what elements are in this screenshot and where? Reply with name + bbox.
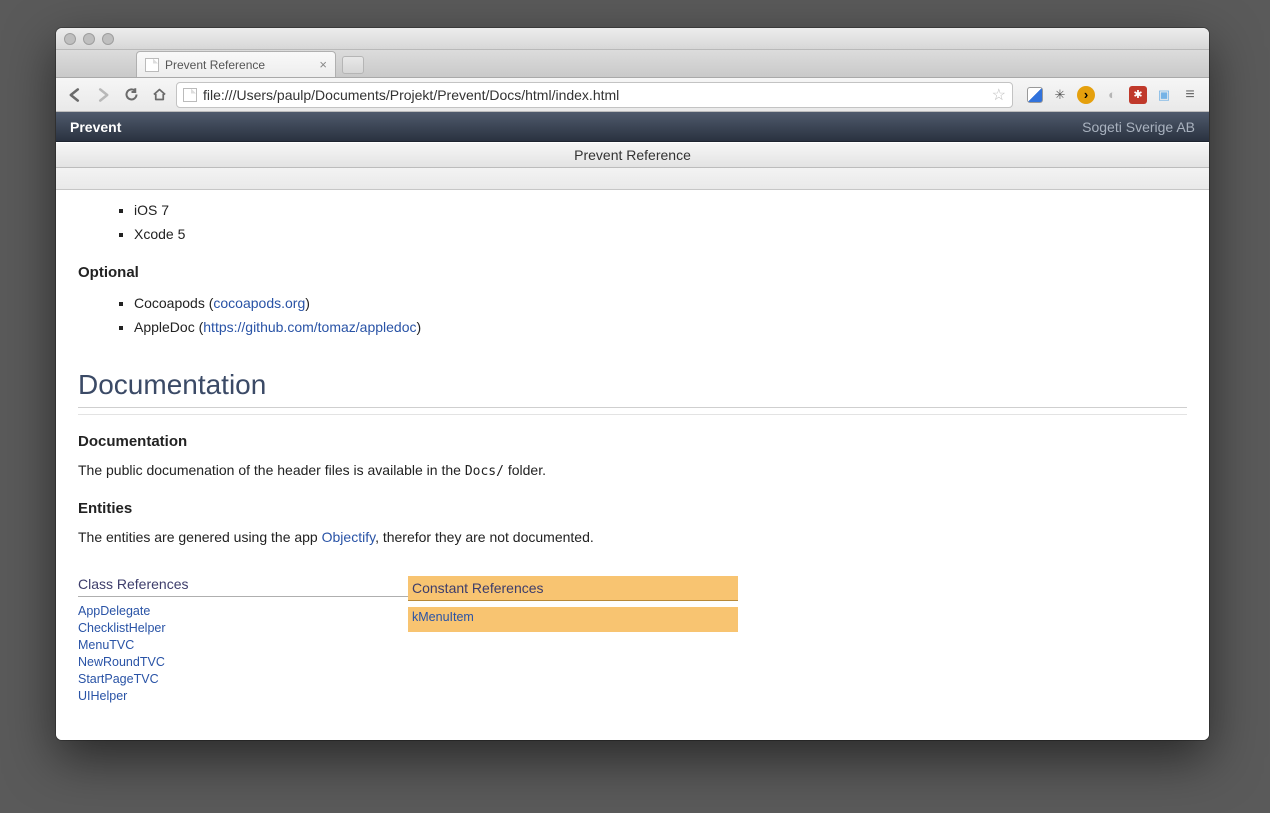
- doc-toolbar-spacer: [56, 168, 1209, 190]
- close-window-icon[interactable]: [64, 33, 76, 45]
- documentation-paragraph: The public documenation of the header fi…: [78, 460, 1187, 482]
- zoom-window-icon[interactable]: [102, 33, 114, 45]
- bookmark-star-icon[interactable]: ☆: [992, 85, 1006, 105]
- requirements-list: iOS 7 Xcode 5: [78, 198, 1187, 246]
- traffic-lights: [56, 33, 114, 45]
- content: iOS 7 Xcode 5 Optional Cocoapods (cocoap…: [56, 190, 1209, 740]
- new-tab-button[interactable]: [342, 56, 364, 74]
- company-name: Sogeti Sverige AB: [1082, 119, 1195, 135]
- text: AppleDoc (: [134, 319, 203, 335]
- list-item: Cocoapods (cocoapods.org): [134, 291, 1187, 315]
- window-titlebar: [56, 28, 1209, 50]
- extensions: ✳ › ◐ ✱ ▣: [1019, 86, 1173, 104]
- class-references-column: Class References AppDelegate ChecklistHe…: [78, 576, 408, 705]
- class-references-list: AppDelegate ChecklistHelper MenuTVC NewR…: [78, 603, 408, 705]
- documentation-subheading: Documentation: [78, 433, 1187, 450]
- bug-extension-icon[interactable]: ✳: [1051, 86, 1069, 104]
- text: folder.: [504, 462, 546, 478]
- app-name: Prevent: [70, 119, 121, 135]
- list-item: iOS 7: [134, 198, 1187, 222]
- class-ref-link[interactable]: StartPageTVC: [78, 671, 408, 688]
- home-button[interactable]: [148, 84, 170, 106]
- file-icon: [183, 88, 197, 102]
- entities-subheading: Entities: [78, 500, 1187, 517]
- reload-button[interactable]: [120, 84, 142, 106]
- appledoc-link[interactable]: https://github.com/tomaz/appledoc: [203, 319, 416, 335]
- globe-extension-icon[interactable]: ◐: [1103, 86, 1121, 104]
- class-ref-link[interactable]: AppDelegate: [78, 603, 408, 620]
- tab-title: Prevent Reference: [165, 58, 265, 72]
- chrome-menu-button[interactable]: ≡: [1179, 86, 1201, 104]
- text: , therefor they are not documented.: [375, 529, 594, 545]
- browser-tab[interactable]: Prevent Reference ×: [136, 51, 336, 77]
- doc-subtitle: Prevent Reference: [574, 147, 691, 163]
- doc-header: Prevent Sogeti Sverige AB: [56, 112, 1209, 142]
- class-ref-link[interactable]: ChecklistHelper: [78, 620, 408, 637]
- delicious-extension-icon[interactable]: [1027, 87, 1043, 103]
- browser-toolbar: file:///Users/paulp/Documents/Projekt/Pr…: [56, 78, 1209, 112]
- optional-list: Cocoapods (cocoapods.org) AppleDoc (http…: [78, 291, 1187, 339]
- text: ): [305, 295, 310, 311]
- text: ): [417, 319, 422, 335]
- onepassword-extension-icon[interactable]: ✱: [1129, 86, 1147, 104]
- browser-window: Prevent Reference × file:///Users/paulp/…: [56, 28, 1209, 740]
- objectify-link[interactable]: Objectify: [322, 529, 375, 545]
- list-item: AppleDoc (https://github.com/tomaz/apple…: [134, 315, 1187, 339]
- camera-extension-icon[interactable]: ▣: [1155, 86, 1173, 104]
- constant-references-column: Constant References kMenuItem: [408, 576, 738, 705]
- docs-folder-code: Docs/: [465, 464, 504, 479]
- forward-button[interactable]: [92, 84, 114, 106]
- minimize-window-icon[interactable]: [83, 33, 95, 45]
- back-button[interactable]: [64, 84, 86, 106]
- constant-references-heading: Constant References: [408, 576, 738, 601]
- text: The entities are genered using the app: [78, 529, 322, 545]
- url-text: file:///Users/paulp/Documents/Projekt/Pr…: [203, 87, 619, 103]
- class-ref-link[interactable]: UIHelper: [78, 688, 408, 705]
- documentation-heading: Documentation: [78, 369, 1187, 408]
- doc-subheader: Prevent Reference: [56, 142, 1209, 168]
- constant-ref-link[interactable]: kMenuItem: [412, 609, 734, 626]
- cocoapods-link[interactable]: cocoapods.org: [213, 295, 305, 311]
- constant-references-list: kMenuItem: [408, 607, 738, 632]
- references: Class References AppDelegate ChecklistHe…: [78, 576, 1187, 705]
- optional-heading: Optional: [78, 264, 1187, 281]
- entities-paragraph: The entities are genered using the app O…: [78, 527, 1187, 548]
- page: Prevent Sogeti Sverige AB Prevent Refere…: [56, 112, 1209, 740]
- tab-strip: Prevent Reference ×: [56, 50, 1209, 78]
- address-bar[interactable]: file:///Users/paulp/Documents/Projekt/Pr…: [176, 82, 1013, 108]
- divider: [78, 414, 1187, 415]
- text: Cocoapods (: [134, 295, 213, 311]
- plex-extension-icon[interactable]: ›: [1077, 86, 1095, 104]
- class-ref-link[interactable]: MenuTVC: [78, 637, 408, 654]
- text: The public documenation of the header fi…: [78, 462, 465, 478]
- class-ref-link[interactable]: NewRoundTVC: [78, 654, 408, 671]
- list-item: Xcode 5: [134, 222, 1187, 246]
- class-references-heading: Class References: [78, 576, 408, 597]
- file-icon: [145, 58, 159, 72]
- close-tab-icon[interactable]: ×: [319, 58, 327, 71]
